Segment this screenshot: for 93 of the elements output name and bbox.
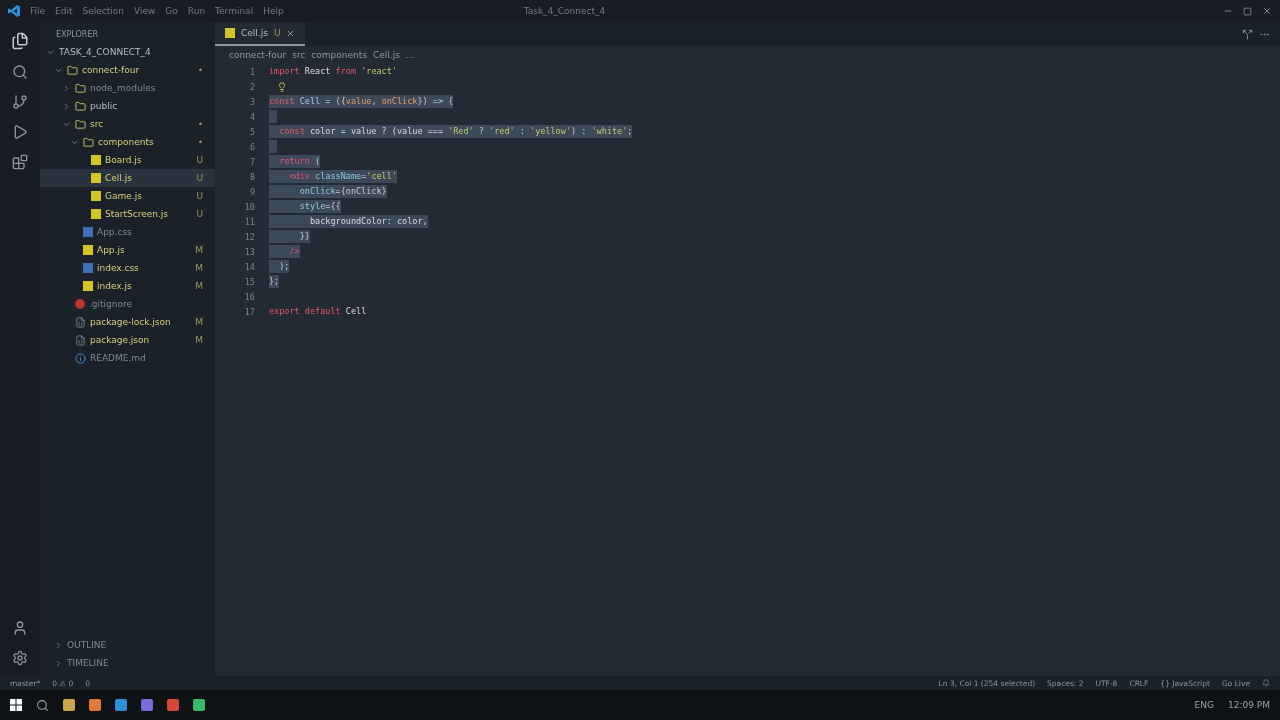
menu-item[interactable]: Run bbox=[187, 6, 206, 16]
app-icon[interactable] bbox=[141, 699, 153, 711]
css-file-icon bbox=[83, 227, 93, 237]
extensions-icon[interactable] bbox=[12, 154, 28, 170]
maximize-icon[interactable] bbox=[1243, 6, 1252, 16]
file-tree-item[interactable]: App.js M bbox=[40, 241, 215, 259]
line-number: 15 bbox=[243, 276, 256, 287]
breadcrumb-item[interactable]: connect-four bbox=[229, 50, 287, 60]
info-file-icon bbox=[75, 352, 86, 364]
panel-header[interactable]: OUTLINE bbox=[40, 636, 215, 654]
language-indicator[interactable]: ENG bbox=[1194, 700, 1214, 710]
line-number: 12 bbox=[243, 231, 256, 242]
line-number: 9 bbox=[248, 186, 256, 197]
breadcrumb-item[interactable]: src bbox=[292, 50, 306, 60]
line-number: 13 bbox=[243, 246, 256, 257]
panel-header[interactable]: TIMELINE bbox=[40, 654, 215, 672]
file-tree-item[interactable]: index.js M bbox=[40, 277, 215, 295]
file-tree-item[interactable]: public bbox=[40, 97, 215, 115]
file-tree-item[interactable]: App.css bbox=[40, 223, 215, 241]
menu-item[interactable]: File bbox=[30, 6, 46, 16]
close-icon[interactable] bbox=[1262, 6, 1272, 16]
editor-tab[interactable]: Cell.js U bbox=[215, 22, 306, 46]
line-number: 17 bbox=[243, 306, 256, 317]
workspace-title[interactable]: TASK_4_CONNECT_4 bbox=[59, 47, 203, 57]
file-tree-item[interactable]: index.css M bbox=[40, 259, 215, 277]
file-tree-item[interactable]: .gitignore bbox=[40, 295, 215, 313]
line-number: 10 bbox=[243, 201, 256, 212]
folder-icon bbox=[67, 64, 78, 76]
js-file-icon bbox=[83, 281, 93, 291]
start-icon[interactable] bbox=[10, 699, 22, 711]
line-number: 5 bbox=[248, 126, 256, 137]
css-file-icon bbox=[83, 263, 93, 273]
file-tree-item[interactable]: components • bbox=[40, 133, 215, 151]
file-tree-item[interactable]: Board.js U bbox=[40, 151, 215, 169]
app-icon[interactable] bbox=[89, 699, 101, 711]
file-tree-item[interactable]: src • bbox=[40, 115, 215, 133]
window-title: Task_4_Connect_4 bbox=[523, 6, 607, 16]
menu-item[interactable]: Edit bbox=[55, 6, 73, 16]
line-number: 8 bbox=[248, 171, 256, 182]
menu-item[interactable]: View bbox=[134, 6, 156, 16]
search-icon[interactable] bbox=[12, 64, 28, 80]
search-icon[interactable] bbox=[36, 698, 49, 712]
menu-item[interactable]: Selection bbox=[82, 6, 124, 16]
settings-icon[interactable] bbox=[12, 650, 28, 666]
line-number: 16 bbox=[243, 291, 256, 302]
js-file-icon bbox=[83, 245, 93, 255]
menu-item[interactable]: Help bbox=[263, 6, 284, 16]
code-line: export default Cell bbox=[269, 305, 367, 318]
file-tree-item[interactable]: package-lock.json M bbox=[40, 313, 215, 331]
line-number: 2 bbox=[248, 81, 256, 92]
bell-icon[interactable] bbox=[1262, 679, 1270, 687]
menu-item[interactable]: Go bbox=[165, 6, 178, 16]
git-file-icon bbox=[75, 299, 85, 309]
breadcrumb-item[interactable]: ... bbox=[405, 50, 415, 60]
folder-icon bbox=[83, 136, 94, 148]
line-number: 3 bbox=[248, 96, 256, 107]
folder-icon bbox=[75, 82, 86, 94]
file-tree-item[interactable]: Cell.js U bbox=[40, 169, 215, 187]
line-number: 6 bbox=[248, 141, 256, 152]
code-line: import React from 'react' bbox=[269, 65, 397, 78]
file-tree-item[interactable]: StartScreen.js U bbox=[40, 205, 215, 223]
lightbulb-icon[interactable] bbox=[277, 81, 287, 92]
close-icon[interactable] bbox=[286, 28, 296, 38]
browser-app-icon[interactable] bbox=[167, 699, 179, 711]
editor-logo-icon bbox=[8, 5, 20, 17]
line-number: 7 bbox=[248, 156, 256, 167]
files-icon[interactable] bbox=[11, 32, 29, 50]
clock[interactable]: 12:09 PM bbox=[1228, 700, 1270, 710]
branch-icon[interactable] bbox=[12, 94, 28, 110]
line-number: 11 bbox=[243, 216, 256, 227]
file-tree-item[interactable]: node_modules bbox=[40, 79, 215, 97]
account-icon[interactable] bbox=[12, 620, 28, 636]
line-number: 14 bbox=[243, 261, 256, 272]
breadcrumb-item[interactable]: components bbox=[311, 50, 367, 60]
editor-app-icon[interactable] bbox=[115, 699, 127, 711]
file-tree-item[interactable]: connect-four • bbox=[40, 61, 215, 79]
json-file-icon bbox=[75, 316, 86, 328]
file-tree-item[interactable]: Game.js U bbox=[40, 187, 215, 205]
line-number: 4 bbox=[248, 111, 256, 122]
file-tree-item[interactable]: README.md bbox=[40, 349, 215, 367]
folder-app-icon[interactable] bbox=[63, 699, 75, 711]
app-icon[interactable] bbox=[193, 699, 205, 711]
folder-icon bbox=[75, 118, 86, 130]
json-file-icon bbox=[75, 334, 86, 346]
split-editor-icon[interactable] bbox=[1242, 29, 1253, 40]
play-icon[interactable] bbox=[12, 124, 28, 140]
line-number: 1 bbox=[248, 66, 256, 77]
breadcrumb-item[interactable]: Cell.js bbox=[372, 50, 400, 60]
folder-icon bbox=[75, 100, 86, 112]
js-file-icon bbox=[225, 28, 235, 38]
explorer-title: EXPLORER bbox=[55, 29, 99, 41]
file-tree-item[interactable]: package.json M bbox=[40, 331, 215, 349]
menu-item[interactable]: Terminal bbox=[215, 6, 254, 16]
